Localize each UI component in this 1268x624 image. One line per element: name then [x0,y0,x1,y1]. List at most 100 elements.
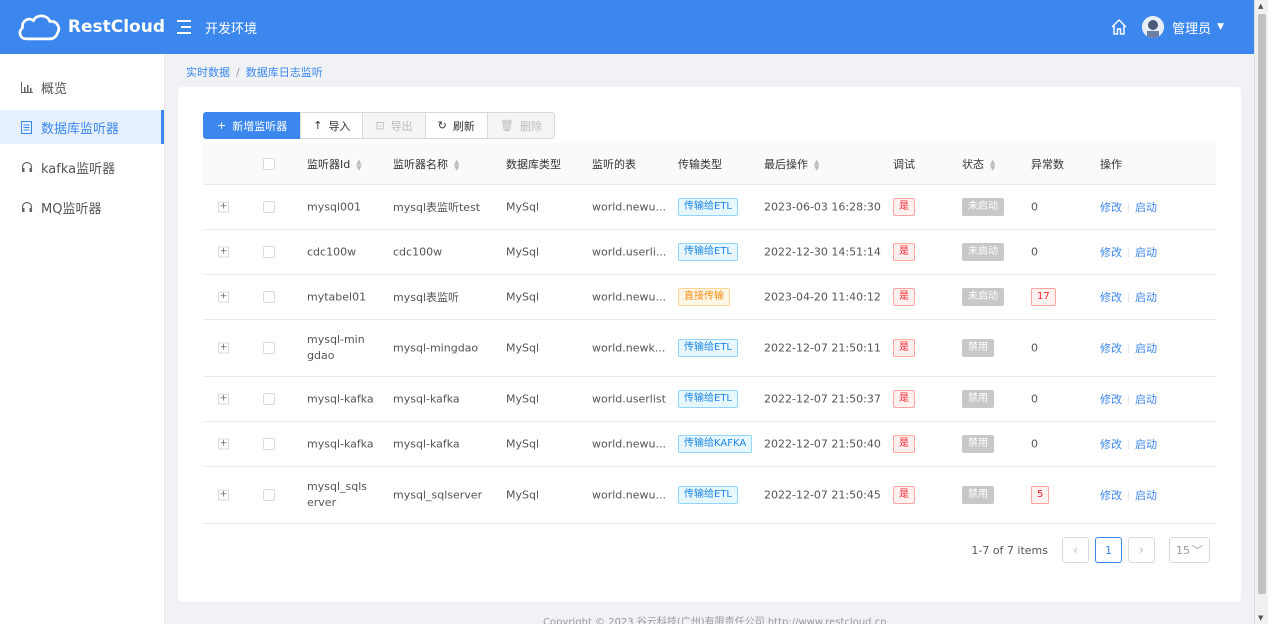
breadcrumb-item[interactable]: 数据库日志监听 [246,66,323,79]
expand-row-button[interactable]: + [218,489,229,501]
expand-row-button[interactable]: + [218,246,229,258]
scrollbar[interactable]: ▲ ▼ [1254,0,1268,624]
listened-table: world.userli... [592,245,667,259]
listener-name: mysql_sqlserver [393,488,483,502]
listened-table: world.newu... [592,437,666,451]
page-button[interactable]: 1 [1095,537,1122,563]
pagination: 1-7 of 7 items ‹ 1 › 15 ﹀ [971,537,1210,563]
scroll-up-icon[interactable]: ▲ [1258,2,1263,10]
row-checkbox[interactable] [263,246,275,258]
logo[interactable]: RestCloud [0,10,165,44]
import-button[interactable]: ↑ 导入 [300,112,364,139]
transfer-type-tag: 传输给KAFKA [678,435,753,453]
edit-link[interactable]: 修改 [1100,489,1122,502]
page-size-select[interactable]: 15 ﹀ [1169,537,1210,563]
column-header-db-type: 数据库类型 [506,157,561,171]
debug-tag: 是 [893,390,915,408]
expand-row-button[interactable]: + [218,291,229,303]
brand-name: RestCloud [67,17,165,37]
home-icon[interactable] [1110,18,1128,36]
menu-fold-icon[interactable] [177,20,195,34]
row-checkbox[interactable] [263,201,275,213]
expand-row-button[interactable]: + [218,342,229,354]
column-header-id[interactable]: 监听器Id ▲ ▼ [307,156,362,172]
scrollbar-thumb[interactable] [1258,14,1266,594]
select-all-checkbox[interactable] [263,157,275,170]
error-count-badge: 5 [1031,486,1050,504]
listener-id: cdc100w [307,245,357,259]
column-header-transfer: 传输类型 [678,157,722,171]
expand-row-button[interactable]: + [218,438,229,450]
start-link[interactable]: 启动 [1135,246,1157,259]
edit-link[interactable]: 修改 [1100,438,1122,451]
breadcrumb-item[interactable]: 实时数据 [186,66,230,79]
edit-link[interactable]: 修改 [1100,246,1122,259]
expand-row-button[interactable]: + [218,393,229,405]
listener-id: mysql_sqlserver [307,480,367,509]
start-link[interactable]: 启动 [1135,489,1157,502]
column-header-status[interactable]: 状态 ▲ ▼ [962,156,995,172]
refresh-button[interactable]: ↻ 刷新 [424,112,488,139]
table-body: + mysql001 mysql表监听test MySql world.newu... 传… [203,185,1216,524]
error-count: 0 [1031,437,1038,451]
sort-icon: ▲ ▼ [356,157,362,172]
listener-card: + 新增监听器 ↑ 导入 ⊡ 导出 ↻ 刷新 🗑 删除 监听器Id ▲ ▼ 监听器名称 ▲ ▼ 数… [178,87,1241,602]
row-checkbox[interactable] [263,393,275,405]
status-badge: 禁用 [962,339,994,357]
table-row: + mytabel01 mysql表监听 MySql world.newu... 直接传输… [203,275,1216,320]
start-link[interactable]: 启动 [1135,342,1157,355]
sidebar-item-database-listener[interactable]: 数据库监听器 [0,110,164,144]
start-link[interactable]: 启动 [1135,393,1157,406]
sidebar-item-mq-listener[interactable]: MQ监听器 [0,190,164,224]
row-checkbox[interactable] [263,342,275,354]
sidebar-item-label: 概览 [41,81,68,97]
sidebar-item-overview[interactable]: 概览 [0,70,164,104]
row-checkbox[interactable] [263,291,275,303]
row-checkbox[interactable] [263,438,275,450]
next-page-button[interactable]: › [1128,537,1155,563]
expand-row-button[interactable]: + [218,201,229,213]
top-header: RestCloud 开发环境 管理员 ▼ [0,0,1254,54]
sort-icon: ▲ ▼ [814,157,820,172]
chevron-down-icon: ﹀ [1192,544,1203,557]
column-header-last-op[interactable]: 最后操作 ▲ ▼ [764,156,819,172]
edit-link[interactable]: 修改 [1100,393,1122,406]
transfer-type-tag: 传输给ETL [678,243,738,261]
listener-id: mysql-kafka [307,437,374,451]
last-operation-time: 2022-12-07 21:50:37 [764,392,881,406]
status-badge: 禁用 [962,486,994,504]
table-row: + mysql-mingdao mysql-mingdao MySql world.ne… [203,320,1216,377]
refresh-icon: ↻ [437,119,447,132]
transfer-type-tag: 传输给ETL [678,486,738,504]
edit-link[interactable]: 修改 [1100,342,1122,355]
bar-chart-icon [20,81,33,94]
add-listener-button[interactable]: + 新增监听器 [203,112,302,139]
delete-button[interactable]: 🗑 删除 [486,112,555,139]
status-badge: 未启动 [962,243,1004,261]
column-header-name[interactable]: 监听器名称 ▲ ▼ [393,156,459,172]
export-button[interactable]: ⊡ 导出 [362,112,426,139]
listened-table: world.newu... [592,290,666,304]
edit-link[interactable]: 修改 [1100,291,1122,304]
user-name[interactable]: 管理员 [1172,18,1211,37]
sidebar-item-label: 数据库监听器 [41,121,120,137]
start-link[interactable]: 启动 [1135,438,1157,451]
avatar[interactable] [1142,16,1165,38]
plus-icon: + [217,119,227,132]
prev-page-button[interactable]: ‹ [1062,537,1089,563]
last-operation-time: 2023-06-03 16:28:30 [764,200,881,214]
listener-name: mysql表监听 [393,291,459,304]
start-link[interactable]: 启动 [1135,291,1157,304]
start-link[interactable]: 启动 [1135,201,1157,214]
sidebar-item-kafka-listener[interactable]: kafka监听器 [0,150,164,184]
scroll-down-icon[interactable]: ▼ [1258,614,1263,622]
listener-id: mytabel01 [307,290,367,304]
last-operation-time: 2022-12-07 21:50:11 [764,341,881,355]
row-checkbox[interactable] [263,489,275,501]
edit-link[interactable]: 修改 [1100,201,1122,214]
db-type: MySql [506,488,540,502]
caret-down-icon[interactable]: ▼ [1217,22,1224,32]
table-row: + mysql001 mysql表监听test MySql world.newu... 传… [203,185,1216,230]
pagination-total: 1-7 of 7 items [971,543,1048,557]
db-type: MySql [506,437,540,451]
